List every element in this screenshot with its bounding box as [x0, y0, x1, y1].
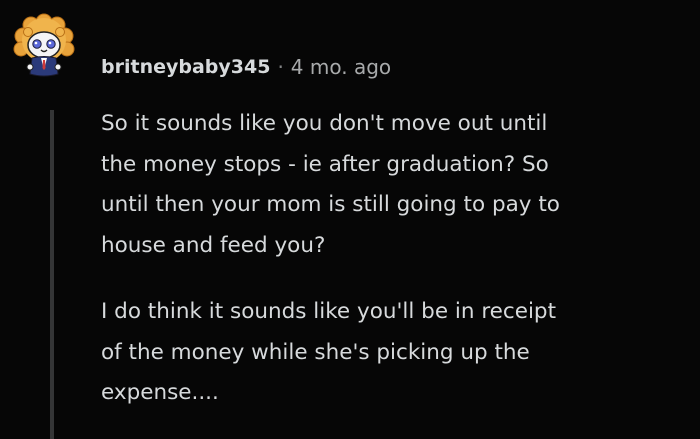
- comment-paragraph: So it sounds like you don't move out unt…: [101, 111, 560, 258]
- timestamp[interactable]: 4 mo. ago: [291, 55, 391, 79]
- snoo-lion-avatar-icon: [13, 13, 75, 77]
- comment-body: So it sounds like you don't move out unt…: [101, 104, 686, 439]
- thread-collapse-line[interactable]: [50, 110, 54, 439]
- comment-meta: britneybaby345 · 4 mo. ago: [101, 52, 391, 82]
- meta-separator: ·: [277, 55, 284, 79]
- avatar[interactable]: [10, 12, 78, 80]
- comment: britneybaby345 · 4 mo. ago So it sounds …: [0, 0, 700, 439]
- author-username-link[interactable]: britneybaby345: [101, 56, 270, 78]
- comment-paragraph: I do think it sounds like you'll be in r…: [101, 299, 557, 405]
